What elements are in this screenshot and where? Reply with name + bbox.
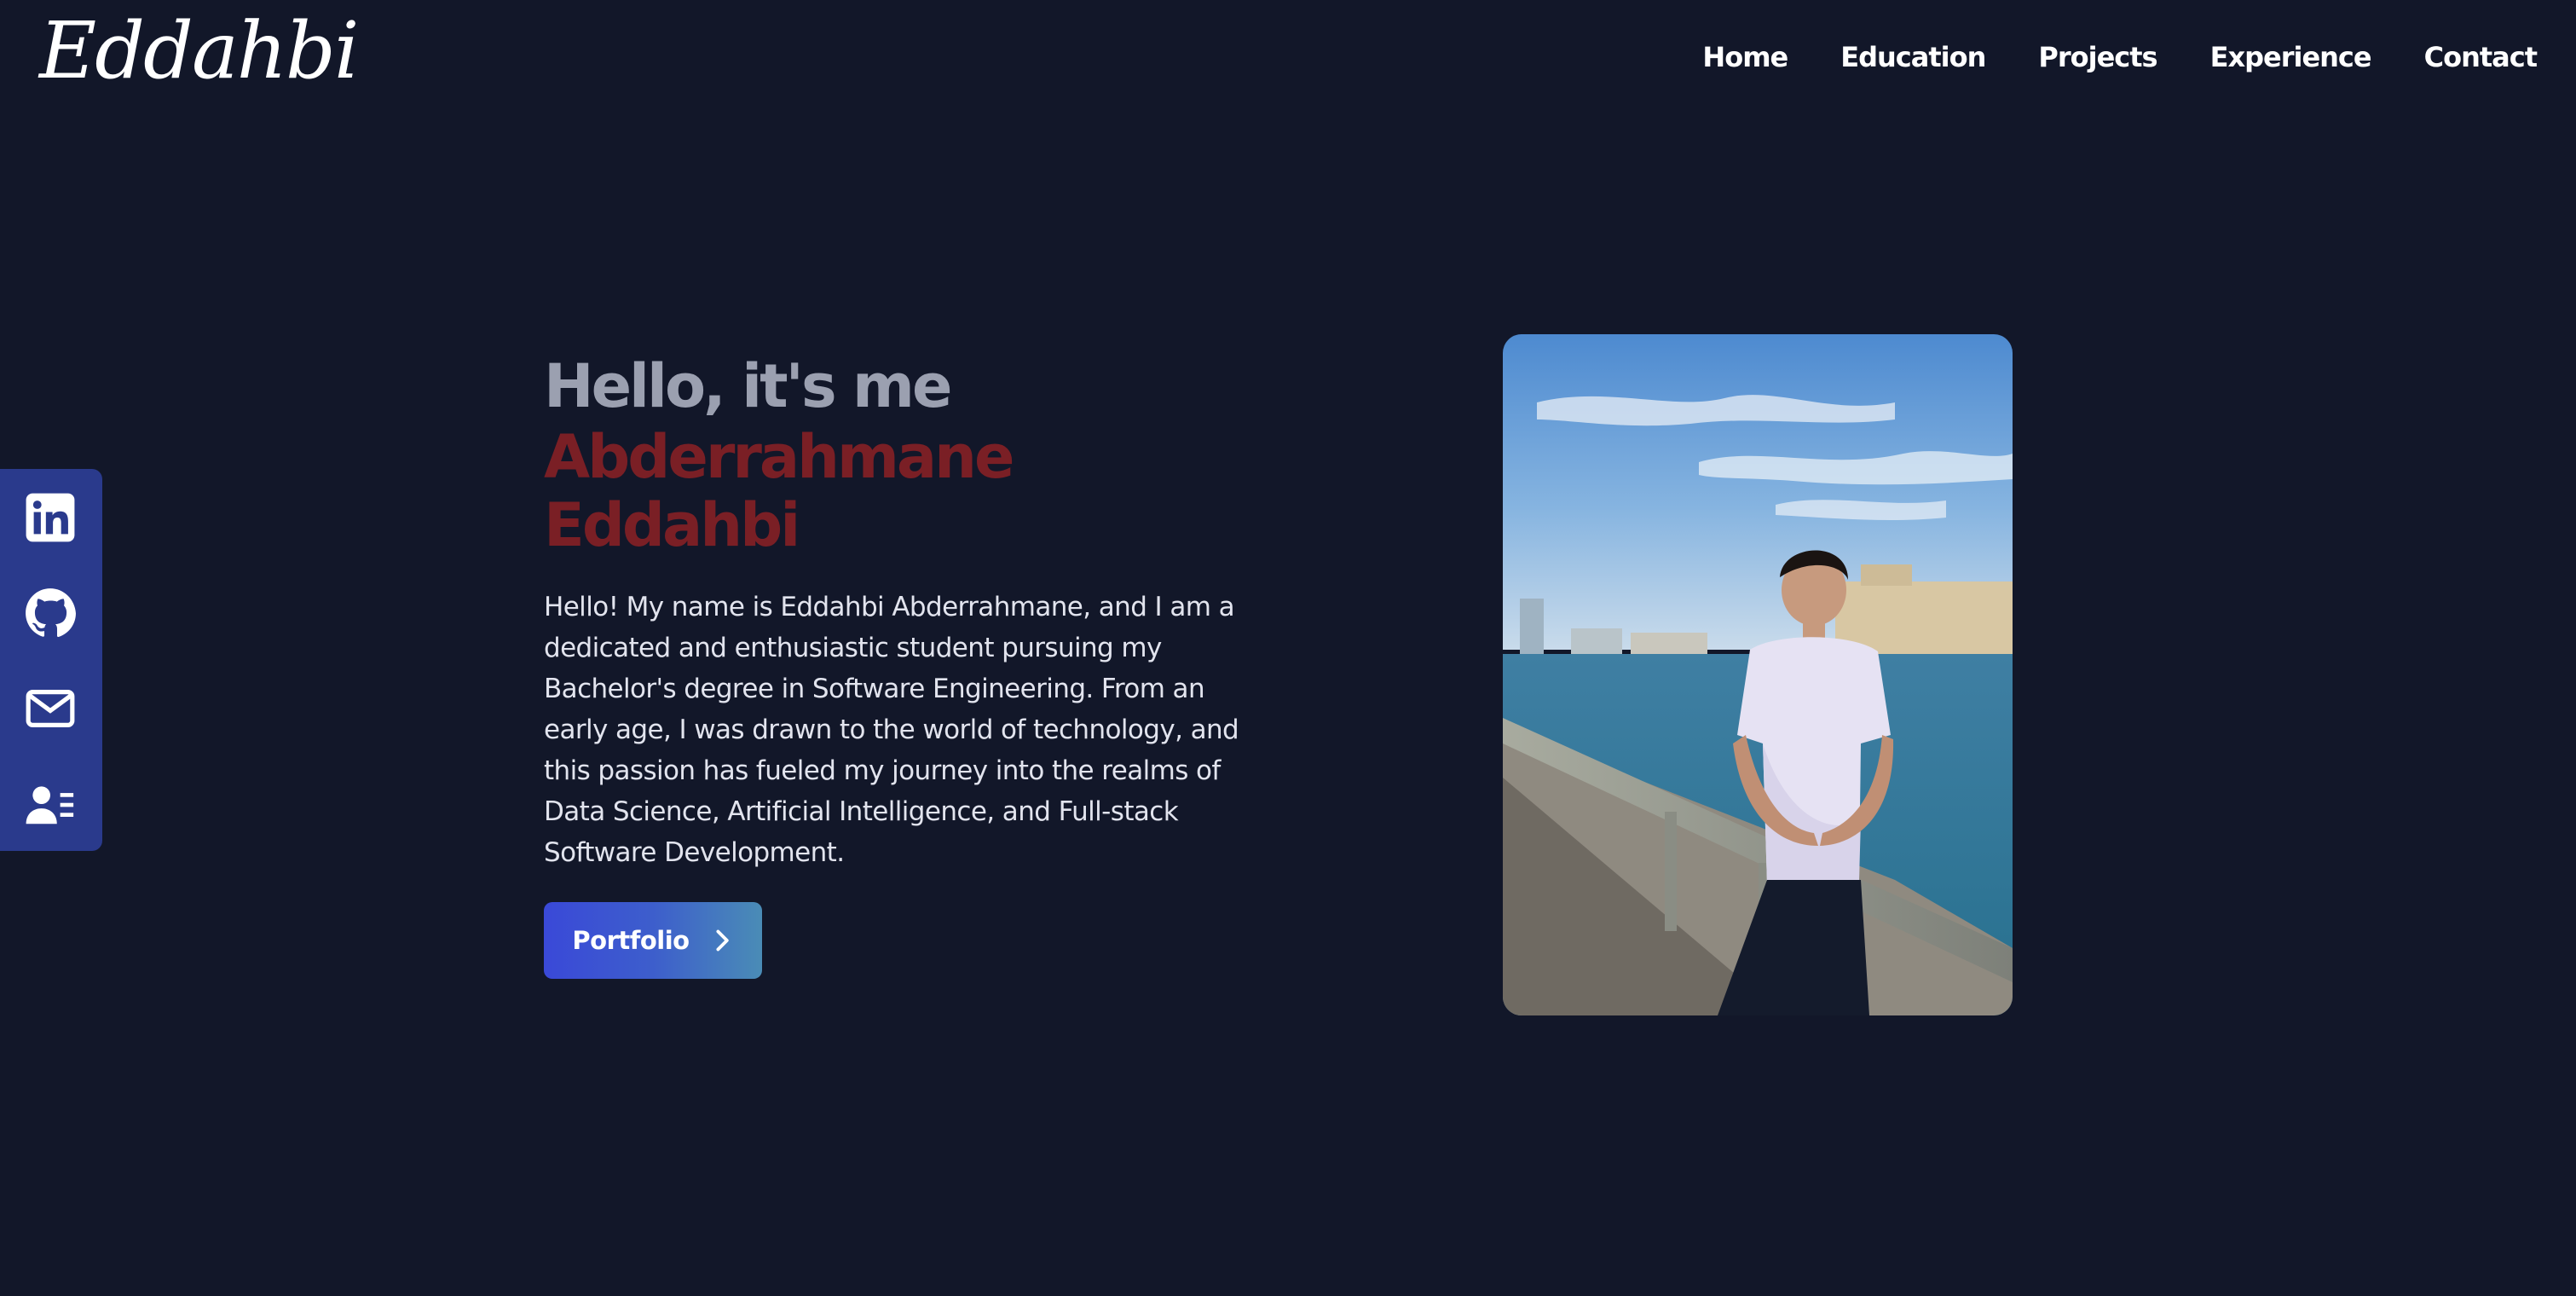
hero-bio: Hello! My name is Eddahbi Abderrahmane, … — [544, 592, 1239, 868]
portfolio-button-label: Portfolio — [572, 926, 690, 955]
chevron-right-icon — [710, 929, 734, 952]
hero-name: Abderrahmane Eddahbi — [544, 422, 1014, 560]
email-link[interactable] — [22, 680, 78, 737]
nav-link-experience[interactable]: Experience — [2210, 32, 2372, 82]
github-icon — [24, 587, 77, 639]
resume-icon — [24, 778, 77, 830]
portfolio-button[interactable]: Portfolio — [544, 902, 762, 979]
mail-icon — [24, 682, 77, 735]
resume-link[interactable] — [22, 776, 78, 832]
github-link[interactable] — [22, 585, 78, 641]
site-logo[interactable]: Eddahbi — [39, 0, 359, 102]
nav-link-home[interactable]: Home — [1702, 32, 1788, 82]
page: Eddahbi Home Education Projects Experien… — [0, 0, 2576, 1296]
main-nav: Home Education Projects Experience Conta… — [1649, 32, 2538, 82]
linkedin-link[interactable] — [22, 489, 78, 546]
profile-photo — [1503, 334, 2013, 1015]
linkedin-icon — [24, 491, 77, 544]
nav-link-projects[interactable]: Projects — [2038, 32, 2157, 82]
nav-link-contact[interactable]: Contact — [2424, 32, 2538, 82]
nav-link-education[interactable]: Education — [1840, 32, 1986, 82]
social-sidebar — [0, 469, 102, 851]
hero-greeting: Hello, it's me — [544, 351, 952, 421]
